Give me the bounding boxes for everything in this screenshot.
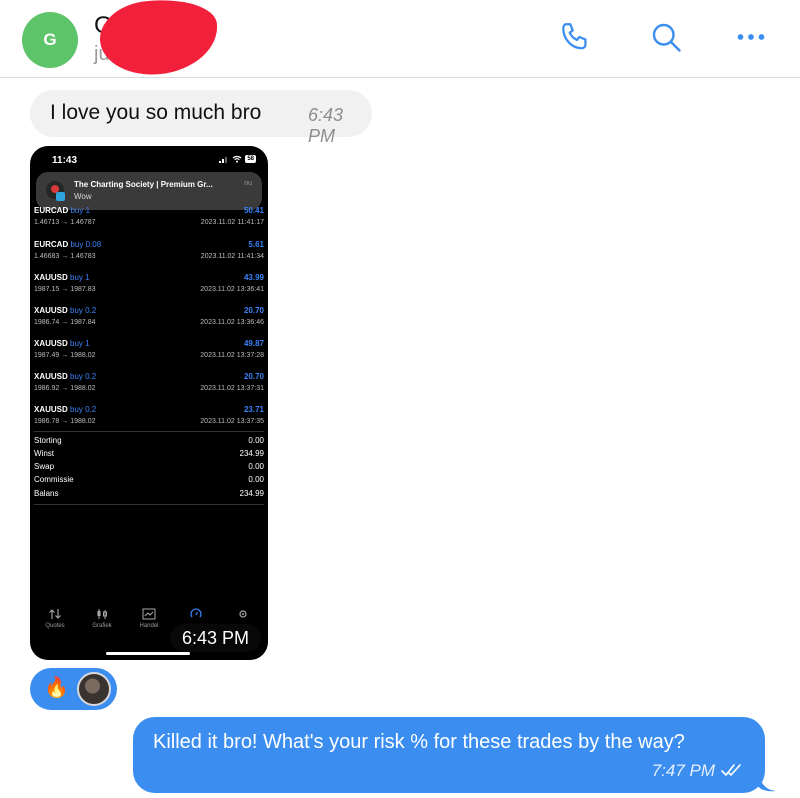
tab-chart: Grafiek [85,608,119,629]
trade-prices: 1987.15 → 1987.83 [34,286,96,293]
chat-header: G Ge just now [0,0,800,80]
telegram-group-icon [46,181,65,201]
trade-icon [142,608,156,620]
trade-datetime: 2023.11.02 13:37:28 [200,352,264,359]
message-time: 6:43 PM [308,105,344,146]
message-text: Killed it bro! What's your risk % for th… [153,731,685,753]
trade-prices: 1.46683 → 1.46783 [34,253,96,260]
summary-label: Swap [34,462,55,471]
tab-settings [226,608,260,623]
redaction-scribble [96,0,222,80]
summary-row: Swap 0.00 [34,462,264,475]
message-time: 7:47 PM [651,761,715,780]
message-text: I love you so much bro [50,101,262,124]
double-check-icon [721,764,741,776]
trade-action: buy 0.2 [70,372,97,381]
trade-action: buy 0.08 [70,240,102,249]
fire-emoji-reaction[interactable]: 🔥 [44,676,69,700]
trade-symbol: XAUUSD [34,339,68,348]
bubble-tail [758,770,776,792]
trade-row: EURCAD buy 1 1.46713 → 1.46787 50.41 202… [30,206,268,239]
summary-value: 0.00 [248,462,264,471]
trade-profit: 5.61 [248,240,264,249]
more-icon[interactable] [730,16,772,58]
trade-symbol: XAUUSD [34,372,68,381]
status-bar-icons: 58 [219,155,256,163]
signal-icon [219,156,228,163]
contact-avatar[interactable]: G [22,12,78,68]
tab-history [179,608,213,623]
summary-label: Winst [34,449,54,458]
summary-value: 234.99 [239,489,264,498]
search-icon[interactable] [645,16,687,58]
incoming-message[interactable]: I love you so much bro 6:43 PM [30,90,372,146]
trade-profit: 20.70 [243,372,264,381]
summary-label: Commissie [34,475,74,484]
summary-value: 0.00 [248,436,264,445]
summary-label: Balans [34,489,59,498]
trade-row: XAUUSD buy 0.2 1986.74 → 1987.84 20.70 2… [30,306,268,339]
trade-datetime: 2023.11.02 11:41:34 [200,253,264,260]
trade-prices: 1987.49 → 1988.02 [34,352,96,359]
summary-row: Winst 234.99 [34,449,264,462]
notification-time: nu [244,180,252,187]
divider [34,431,264,432]
history-icon [190,608,202,618]
trade-row: EURCAD buy 0.08 1.46683 → 1.46783 5.61 2… [30,240,268,273]
trade-datetime: 2023.11.02 13:37:31 [200,385,264,392]
trade-symbol: XAUUSD [34,405,68,414]
trade-profit: 43.99 [243,273,264,282]
trade-profit: 20.70 [243,306,264,315]
trade-datetime: 2023.11.02 13:37:35 [200,418,264,425]
reactor-avatar[interactable] [77,672,111,706]
tab-trade: Handel [132,608,166,629]
trade-symbol: EURCAD [34,240,69,249]
phone-icon[interactable] [555,16,597,58]
trade-datetime: 2023.11.02 11:41:17 [200,219,264,226]
battery-icon: 58 [245,155,256,163]
wifi-icon [232,155,242,163]
outgoing-message[interactable]: Killed it bro! What's your risk % for th… [133,717,765,793]
trade-symbol: XAUUSD [34,273,68,282]
summary-label: Storting [34,436,62,445]
summary-row: Commissie 0.00 [34,475,264,488]
trade-row: XAUUSD buy 1 1987.15 → 1987.83 43.99 202… [30,273,268,306]
trade-datetime: 2023.11.02 13:36:41 [200,286,264,293]
trade-action: buy 0.2 [70,405,97,414]
trade-action: buy 0.2 [70,306,97,315]
trade-prices: 1.46713 → 1.46787 [34,219,96,226]
trade-row: XAUUSD buy 1 1987.49 → 1988.02 49.87 202… [30,339,268,372]
trade-prices: 1986.74 → 1987.84 [34,319,96,326]
shared-screenshot-image[interactable]: 11:43 58 The Charting Society | Premium … [30,146,268,660]
trade-row: XAUUSD buy 0.2 1986.78 → 1988.02 23.71 2… [30,405,268,438]
tab-quotes: Quotes [38,608,72,629]
trade-symbol: XAUUSD [34,306,68,315]
trade-symbol: EURCAD [34,206,69,215]
quotes-icon [49,609,61,619]
trade-action: buy 1 [70,206,91,215]
status-bar-time: 11:43 [52,155,78,166]
home-indicator [106,652,190,655]
summary-value: 0.00 [248,475,264,484]
trade-profit: 50.41 [243,206,264,215]
notification-body: Wow [74,192,92,201]
notification-banner: The Charting Society | Premium Gr... Wow… [36,172,262,210]
summary-value: 234.99 [239,449,264,458]
chart-icon [97,609,107,619]
trade-profit: 49.87 [243,339,264,348]
trade-action: buy 1 [70,339,90,348]
trade-prices: 1986.78 → 1988.02 [34,418,96,425]
settings-icon [239,610,247,618]
summary-row: Balans 234.99 [34,489,264,502]
trade-action: buy 1 [70,273,90,282]
reactions-pill[interactable]: 🔥 [30,668,117,710]
trade-datetime: 2023.11.02 13:36:46 [200,319,264,326]
divider [34,504,264,505]
trade-row: XAUUSD buy 0.2 1986.92 → 1988.02 20.70 2… [30,372,268,405]
notification-title: The Charting Society | Premium Gr... [74,180,213,189]
summary-row: Storting 0.00 [34,436,264,449]
trade-profit: 23.71 [243,405,264,414]
trade-prices: 1986.92 → 1988.02 [34,385,96,392]
image-timestamp: 6:43 PM [170,624,262,652]
